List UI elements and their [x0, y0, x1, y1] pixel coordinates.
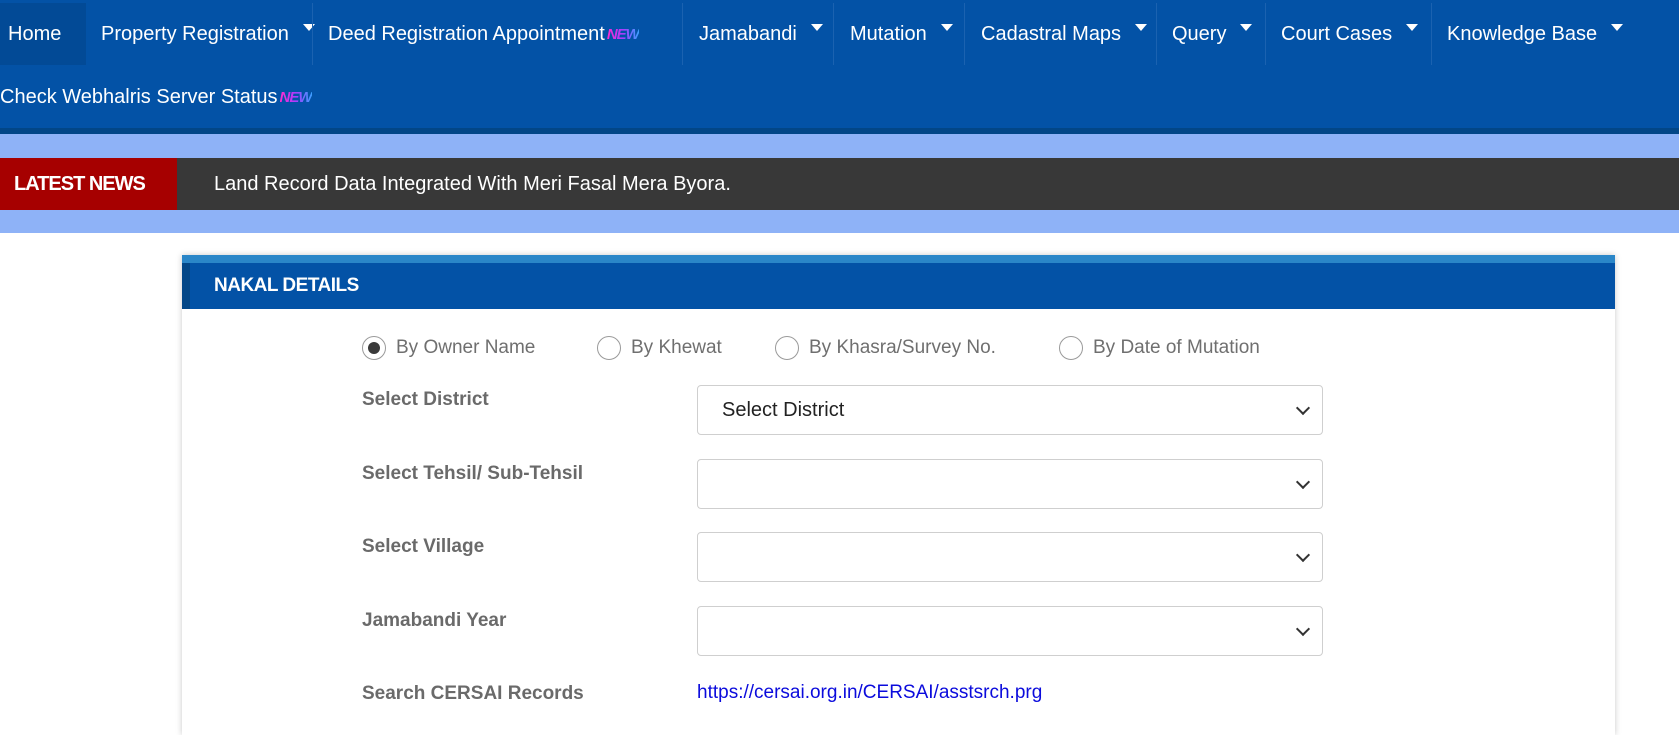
radio-button[interactable] — [597, 336, 621, 360]
radio-by-khasra[interactable]: By Khasra/Survey No. — [775, 333, 996, 363]
district-select[interactable]: Select District — [697, 385, 1323, 435]
radio-button-checked[interactable] — [362, 336, 386, 360]
radio-by-khewat[interactable]: By Khewat — [597, 333, 722, 363]
panel-title: NAKAL DETAILS — [214, 275, 359, 296]
nav-court-cases[interactable]: Court Cases — [1266, 3, 1431, 65]
tehsil-select[interactable] — [697, 459, 1323, 509]
cersai-link[interactable]: https://cersai.org.in/CERSAI/asstsrch.pr… — [697, 682, 1042, 704]
village-label: Select Village — [362, 536, 485, 557]
nav-query[interactable]: Query — [1157, 3, 1265, 65]
nav-cadastral-maps[interactable]: Cadastral Maps — [965, 3, 1156, 65]
caret-down-icon — [1135, 23, 1148, 31]
nav-deed-registration-appointment[interactable]: Deed Registration Appointment NEW — [313, 3, 682, 65]
radio-button[interactable] — [1059, 336, 1083, 360]
caret-down-icon — [1406, 23, 1419, 31]
nav-knowledge-base[interactable]: Knowledge Base — [1432, 3, 1632, 65]
caret-down-icon — [940, 23, 953, 31]
radio-by-date-of-mutation[interactable]: By Date of Mutation — [1059, 333, 1260, 363]
tehsil-label: Select Tehsil/ Sub-Tehsil — [362, 463, 584, 484]
news-item[interactable]: Land Record Data Integrated With Meri Fa… — [214, 158, 731, 210]
nav-row-primary: Home Property Registration Deed Registra… — [0, 3, 1632, 65]
latest-news-label: LATEST NEWS — [0, 158, 177, 210]
nav-server-status[interactable]: Check Webhalris Server Status NEW — [0, 74, 313, 120]
caret-down-icon — [810, 23, 823, 31]
nav-property-registration[interactable]: Property Registration — [86, 3, 315, 65]
caret-down-icon — [1240, 23, 1253, 31]
panel-header: NAKAL DETAILS — [182, 263, 1615, 309]
top-navbar: Home Property Registration Deed Registra… — [0, 0, 1679, 128]
caret-down-icon — [1611, 23, 1624, 31]
new-badge-icon: NEW — [279, 88, 313, 106]
panel-top-accent — [182, 255, 1615, 263]
chevron-down-icon — [1295, 621, 1311, 637]
nav-mutation[interactable]: Mutation — [834, 3, 964, 65]
jamabandi-year-label: Jamabandi Year — [362, 610, 507, 631]
jamabandi-year-select[interactable] — [697, 606, 1323, 656]
new-badge-icon: NEW — [606, 25, 640, 43]
nav-home[interactable]: Home — [0, 3, 86, 65]
radio-button[interactable] — [775, 336, 799, 360]
village-select[interactable] — [697, 532, 1323, 582]
radio-by-owner-name[interactable]: By Owner Name — [362, 333, 535, 363]
chevron-down-icon — [1295, 474, 1311, 490]
nakal-details-panel: NAKAL DETAILS By Owner Name By Khewat By… — [182, 255, 1615, 735]
chevron-down-icon — [1295, 547, 1311, 563]
chevron-down-icon — [1295, 400, 1311, 416]
nav-jamabandi[interactable]: Jamabandi — [683, 3, 833, 65]
cersai-label: Search CERSAI Records — [362, 683, 584, 704]
district-label: Select District — [362, 389, 489, 410]
